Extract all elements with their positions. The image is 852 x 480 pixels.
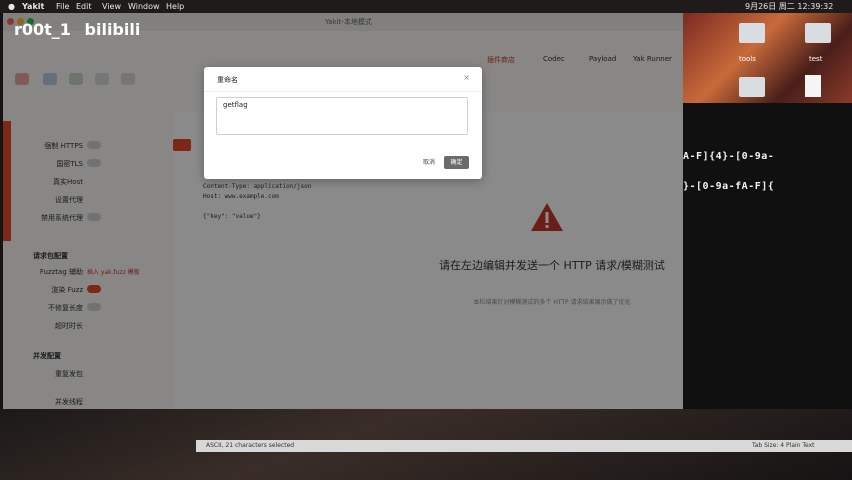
menu-app-name[interactable]: Yakit <box>22 0 44 13</box>
menu-file[interactable]: File <box>56 0 69 13</box>
terminal-window[interactable]: A-F]{4}-[0-9a- }-[0-9a-fA-F]{ <box>683 103 852 440</box>
watermark-brand: bilibili <box>84 20 141 39</box>
confirm-button[interactable]: 确定 <box>444 156 469 169</box>
close-icon[interactable]: × <box>463 73 470 82</box>
folder-icon[interactable] <box>739 23 765 43</box>
menu-view[interactable]: View <box>102 0 121 13</box>
dialog-title: 重命名 <box>217 76 238 84</box>
rename-dialog: 重命名 × getflag 取消 确定 <box>204 67 482 179</box>
dialog-divider <box>204 91 482 92</box>
file-icon[interactable] <box>805 75 821 97</box>
apple-icon[interactable]: ● <box>8 0 15 13</box>
menu-help[interactable]: Help <box>166 0 184 13</box>
folder-label-test[interactable]: test <box>809 55 822 63</box>
cancel-button[interactable]: 取消 <box>419 156 439 169</box>
system-menu-bar: ● Yakit File Edit View Window Help 9月26日… <box>0 0 852 13</box>
menu-edit[interactable]: Edit <box>76 0 92 13</box>
video-watermark: r00t_1 bilibili <box>14 20 140 39</box>
status-left: ASCII, 21 characters selected <box>206 442 295 449</box>
terminal-line: A-F]{4}-[0-9a- <box>683 151 775 162</box>
rename-input[interactable]: getflag <box>216 97 468 135</box>
folder-label-tools[interactable]: tools <box>739 55 756 63</box>
terminal-line: }-[0-9a-fA-F]{ <box>683 181 775 192</box>
menu-window[interactable]: Window <box>128 0 160 13</box>
watermark-user: r00t_1 <box>14 20 71 39</box>
datetime: 9月26日 周二 12:39:32 <box>745 2 834 11</box>
folder-icon[interactable] <box>805 23 831 43</box>
desktop-background: tools test <box>683 13 852 103</box>
editor-status-bar: ASCII, 21 characters selected Tab Size: … <box>196 440 852 452</box>
status-right: Tab Size: 4 Plain Text <box>752 442 815 449</box>
folder-icon[interactable] <box>739 77 765 97</box>
